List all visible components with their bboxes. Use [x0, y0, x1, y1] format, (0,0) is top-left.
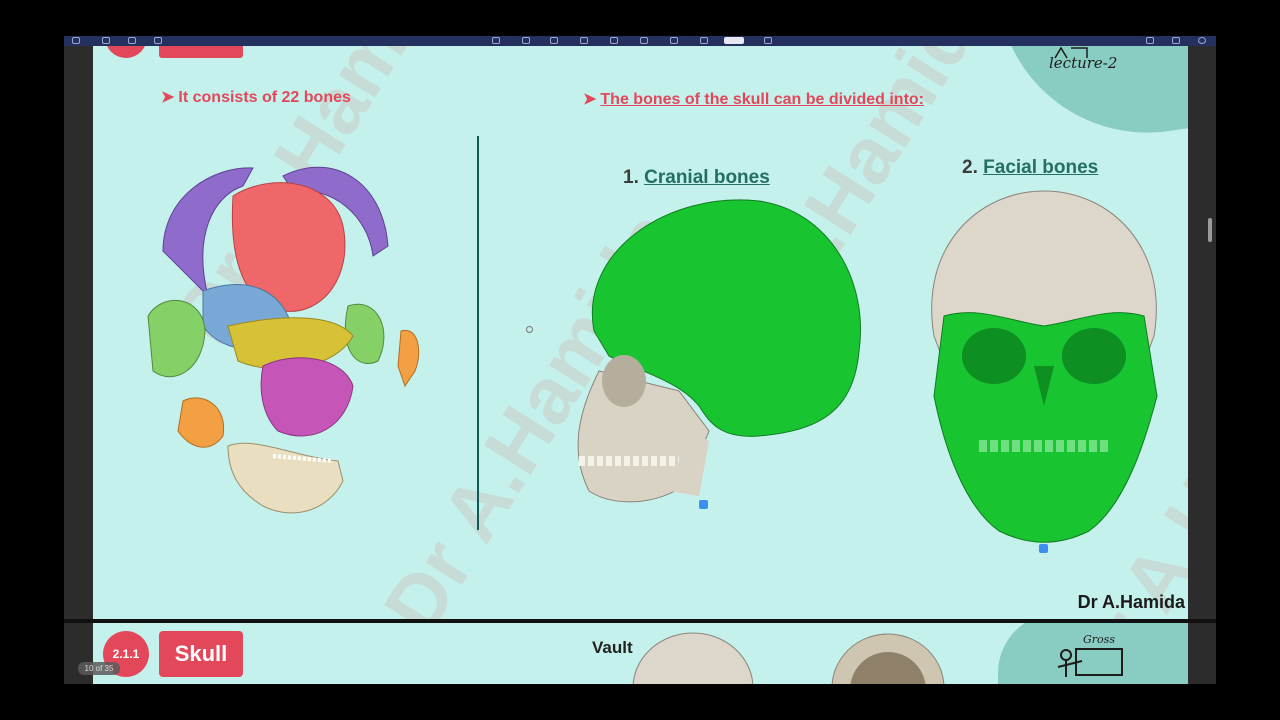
heading-label: Facial bones — [983, 157, 1099, 178]
slide-skull-bones: lecture-2 Dr A.Hamida Dr A.Hamida Dr A.H… — [93, 46, 1188, 619]
exploded-skull-illustration — [147, 166, 420, 514]
author-signature: Dr A.Hamida — [1077, 592, 1185, 612]
lateral-skull-illustration — [577, 199, 861, 503]
share-icon[interactable] — [154, 37, 162, 44]
viewer-toolbar — [64, 36, 1216, 46]
shapes-icon[interactable] — [580, 37, 588, 44]
slide-skull-vault: Gross 2.1.1 Skull Vault — [93, 623, 1188, 684]
pointer-cursor-icon — [526, 326, 533, 333]
teacher-board-icon — [1057, 648, 1123, 677]
badge-circle-top-remnant — [105, 46, 147, 58]
text-tool-icon[interactable] — [610, 37, 618, 44]
laser-pointer-icon[interactable] — [724, 37, 744, 44]
highlighter-icon[interactable] — [522, 37, 530, 44]
add-page-icon[interactable] — [1146, 37, 1154, 44]
gross-tag: Gross — [1083, 633, 1115, 646]
arrow-bullet-icon: ➤ — [161, 89, 175, 106]
more-options-icon[interactable] — [1198, 37, 1206, 44]
sidebar-icon[interactable] — [72, 37, 80, 44]
arrow-bullet-icon: ➤ — [583, 91, 597, 108]
undo-icon[interactable] — [128, 37, 136, 44]
bullet-bone-count-text: It consists of 22 bones — [178, 89, 351, 106]
image-tool-icon[interactable] — [640, 37, 648, 44]
bullet-bone-count: ➤ It consists of 22 bones — [161, 87, 351, 107]
heading-number: 1. — [623, 167, 639, 188]
search-icon[interactable] — [102, 37, 110, 44]
pen-tool-icon[interactable] — [492, 37, 500, 44]
skull-vault-top-illustration — [632, 632, 754, 684]
heading-cranial-bones: 1. Cranial bones — [623, 167, 770, 189]
heading-facial-bones: 2. Facial bones — [962, 157, 1098, 179]
bullet-bone-division-text: The bones of the skull can be divided in… — [600, 91, 924, 108]
badge-rect-top-remnant — [159, 46, 243, 58]
bullet-bone-division: ➤ The bones of the skull can be divided i… — [583, 89, 924, 109]
bookmark-icon[interactable] — [1172, 37, 1180, 44]
teacher-board-icon — [1054, 46, 1088, 59]
vault-label: Vault — [592, 638, 633, 657]
sticker-icon[interactable] — [670, 37, 678, 44]
heading-label: Cranial bones — [644, 167, 770, 188]
annotation-marker-icon[interactable] — [1039, 544, 1048, 553]
more-tools-icon[interactable] — [764, 37, 772, 44]
pdf-viewer: lecture-2 Dr A.Hamida Dr A.Hamida Dr A.H… — [64, 36, 1216, 684]
section-title-badge: Skull — [159, 631, 243, 677]
vertical-divider — [477, 136, 479, 530]
page-counter: 10 of 35 — [78, 662, 120, 675]
eraser-icon[interactable] — [700, 37, 708, 44]
vertical-scrollbar[interactable] — [1208, 218, 1212, 242]
frontal-skull-illustration — [931, 190, 1158, 543]
annotation-marker-icon[interactable] — [699, 500, 708, 509]
lasso-icon[interactable] — [550, 37, 558, 44]
skull-vault-inner-illustration — [831, 633, 945, 684]
heading-number: 2. — [962, 157, 978, 178]
